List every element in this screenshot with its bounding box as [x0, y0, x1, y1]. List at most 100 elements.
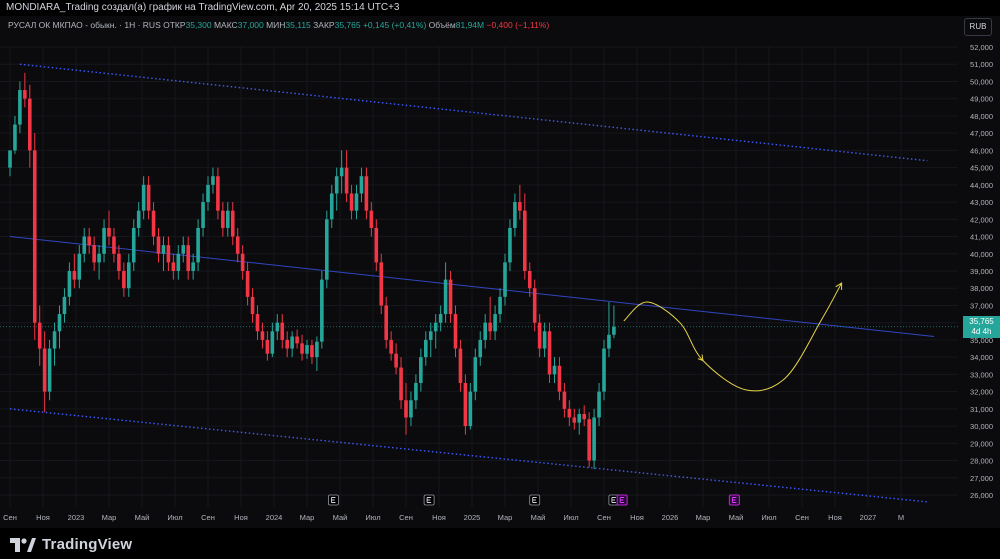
candle-body: [47, 348, 52, 392]
time-tick-label: Мар: [300, 513, 315, 522]
candle: [28, 84, 32, 168]
time-tick-label: Май: [531, 513, 546, 522]
candle: [399, 357, 403, 409]
candle-body: [146, 184, 151, 211]
time-tick-label: Сен: [597, 513, 611, 522]
candle: [112, 227, 116, 263]
candle: [13, 115, 17, 154]
candle: [508, 219, 512, 271]
low-value: 35,115: [285, 20, 311, 30]
candle-body: [409, 400, 413, 418]
candle: [136, 202, 141, 237]
price-tick-label: 46,000: [970, 146, 993, 155]
candle-body: [547, 331, 552, 375]
candle-body: [597, 391, 601, 418]
candlestick-chart[interactable]: 26,000 27,000 28,000 29,000 30,000 31,000 32,0…: [0, 16, 1000, 528]
channel-upper-line: [19, 63, 928, 162]
candle: [419, 348, 423, 392]
candle-body: [290, 336, 294, 349]
price-tick-label: 39,000: [970, 267, 993, 276]
time-tick-label: М: [898, 513, 904, 522]
time-tick-label: Июл: [563, 513, 578, 522]
candle-body: [221, 210, 225, 228]
price-tick-label: 27,000: [970, 474, 993, 483]
candle-body: [87, 236, 91, 246]
time-tick-label: 2025: [464, 513, 481, 522]
candle-body: [468, 391, 473, 427]
candle: [52, 322, 57, 366]
candle: [547, 322, 552, 383]
candle: [235, 227, 240, 263]
candle: [329, 184, 334, 228]
event-markers: [327, 494, 740, 506]
candle: [146, 176, 151, 220]
change-value: +0,145 (+0,41%): [362, 20, 427, 30]
time-tick-label: Май: [135, 513, 150, 522]
candle-body: [161, 245, 166, 254]
low-label: МИН: [266, 20, 286, 30]
candle: [211, 167, 215, 194]
symbol-info-line: РУСАЛ ОК МКПАО - обыкн. · 1H · RUS ОТКР3…: [8, 20, 549, 30]
candle: [597, 383, 601, 427]
candle-body: [374, 227, 379, 263]
candle: [127, 253, 131, 297]
currency-button[interactable]: RUB: [964, 18, 992, 36]
time-tick-label: Сен: [795, 513, 809, 522]
candle-body: [265, 339, 270, 354]
candle: [325, 210, 329, 289]
candle-body: [478, 339, 483, 358]
candle: [424, 331, 428, 366]
candle-body: [102, 227, 106, 254]
candle: [245, 262, 250, 306]
candle-body: [72, 271, 77, 280]
time-tick-label: Ноя: [828, 513, 842, 522]
candle-body: [57, 314, 62, 332]
candle-body: [384, 305, 388, 340]
candle: [493, 305, 497, 340]
candle-body: [325, 219, 329, 280]
chart-area[interactable]: 26,000 27,000 28,000 29,000 30,000 31,000 32,0…: [0, 16, 1000, 528]
candle: [463, 374, 468, 435]
candle: [255, 305, 260, 340]
candle: [102, 219, 106, 263]
candle: [404, 383, 408, 435]
candle: [344, 150, 349, 203]
candle: [97, 245, 101, 280]
candle-body: [230, 210, 235, 237]
candle: [191, 253, 195, 280]
price-tick-label: 26,000: [970, 491, 993, 500]
candle: [518, 184, 522, 220]
candle-body: [250, 296, 255, 315]
price-axis[interactable]: 26,000 27,000 28,000 29,000 30,000 31,000 32,0…: [958, 16, 1000, 528]
candle-body: [498, 296, 502, 315]
symbol-name[interactable]: РУСАЛ ОК МКПАО - обыкн. · 1H · RUS: [8, 20, 161, 30]
candle: [122, 262, 126, 297]
brand-name: TradingView: [42, 536, 133, 553]
time-tick-label: Июл: [167, 513, 182, 522]
candle: [379, 253, 384, 315]
high-label: МАКС: [213, 20, 238, 30]
candle-body: [171, 262, 176, 271]
price-tick-label: 30,000: [970, 422, 993, 431]
time-axis[interactable]: Сен Ноя 2023 Мар Май Июл Сен Ноя 2024 Мар Май Июл Се…: [0, 507, 1000, 528]
footer-bar: TradingView: [0, 528, 1000, 559]
candle: [181, 236, 186, 263]
candle: [226, 202, 230, 237]
price-tick-label: 47,000: [970, 129, 993, 138]
candle: [320, 271, 324, 349]
candle-body: [62, 296, 67, 315]
tradingview-logo[interactable]: TradingView: [10, 536, 132, 553]
candle-body: [186, 245, 190, 271]
candle: [117, 245, 121, 280]
volume-value: 81,94M: [455, 20, 485, 30]
candle: [602, 339, 606, 401]
candle: [532, 279, 537, 332]
candle-body: [196, 227, 200, 263]
candle-body: [305, 345, 309, 354]
candle-body: [359, 176, 364, 194]
candle: [161, 236, 166, 271]
candle-body: [582, 414, 586, 420]
candle: [503, 253, 507, 306]
price-tick-label: 48,000: [970, 112, 993, 121]
candle-body: [310, 345, 314, 358]
